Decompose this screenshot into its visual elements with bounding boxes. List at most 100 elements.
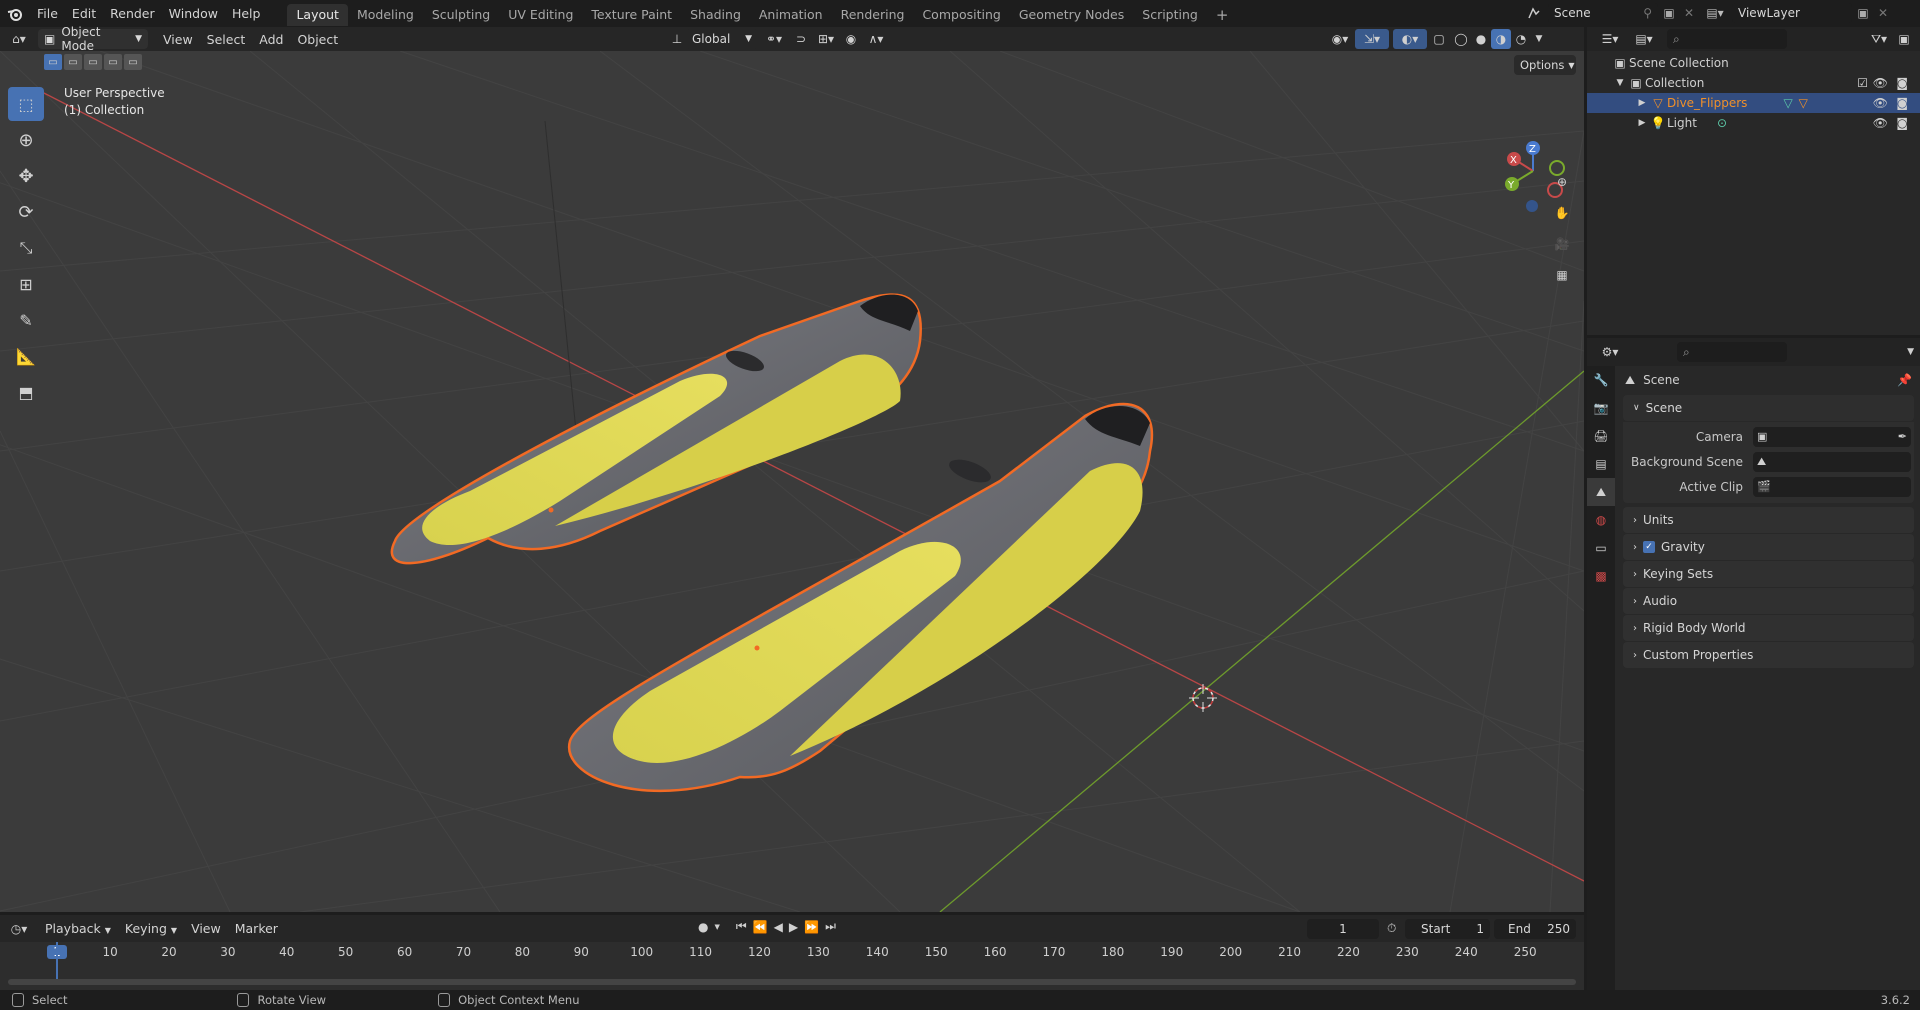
outliner-scene-collection[interactable]: ▣ Scene Collection — [1587, 53, 1920, 73]
outliner-item-light[interactable]: ▶ 💡 Light ⊙ 👁 ◙ — [1587, 113, 1920, 133]
gravity-checkbox[interactable]: ✓ — [1643, 541, 1655, 553]
pin-icon[interactable]: ⚲ — [1643, 6, 1652, 20]
record-icon[interactable]: ● — [698, 920, 708, 934]
chevron-down-icon[interactable]: ▼ — [1907, 347, 1914, 357]
add-cube-tool[interactable]: ⬒ — [8, 375, 44, 409]
tab-shading[interactable]: Shading — [681, 4, 750, 26]
scene-icon[interactable] — [1520, 3, 1548, 23]
select-invert-icon[interactable]: ▭ — [104, 54, 122, 70]
zoom-button[interactable]: ⊕ — [1548, 168, 1576, 196]
menu-keying[interactable]: Keying ▼ — [118, 921, 184, 936]
transform-orientation-selector[interactable]: Global ▼ — [686, 29, 758, 49]
tab-output[interactable]: 🖨 — [1587, 422, 1615, 450]
timeline-area[interactable]: 1102030405060708090100110120130140150160… — [0, 942, 1584, 990]
new-view-layer-icon[interactable]: ▣ — [1852, 6, 1874, 20]
editor-type-icon[interactable]: ⌂▾ — [0, 32, 38, 46]
panel-rigid-body-world[interactable]: › Rigid Body World — [1623, 615, 1914, 641]
menu-playback[interactable]: Playback ▼ — [38, 921, 118, 936]
tab-scripting[interactable]: Scripting — [1133, 4, 1207, 26]
start-frame-field[interactable]: Start 1 — [1405, 919, 1490, 939]
mode-selector[interactable]: ▣ Object Mode ▼ — [38, 25, 148, 53]
proportional-edit-icon[interactable]: ◉ — [840, 32, 862, 46]
current-frame-field[interactable]: 1 — [1307, 919, 1379, 939]
xray-icon[interactable]: ▢ — [1427, 32, 1451, 46]
snap-target-icon[interactable]: ⊞▾ — [812, 32, 840, 46]
jump-end-icon[interactable]: ⏭ — [825, 919, 836, 934]
cursor-tool[interactable]: ⊕ — [8, 123, 44, 157]
stopwatch-icon[interactable]: ⏱ — [1387, 921, 1396, 936]
end-frame-field[interactable]: End 250 — [1494, 919, 1576, 939]
select-subtract-icon[interactable]: ▭ — [84, 54, 102, 70]
active-clip-field[interactable]: 🎬 — [1753, 476, 1911, 497]
view-layer-field[interactable]: ViewLayer — [1732, 3, 1852, 23]
3d-cursor[interactable] — [1189, 684, 1217, 712]
tab-render[interactable]: 📷 — [1587, 394, 1615, 422]
panel-keying-sets[interactable]: › Keying Sets — [1623, 561, 1914, 587]
scale-tool[interactable]: ⤡ — [8, 231, 44, 265]
display-mode-icon[interactable]: ▤▾ — [1627, 32, 1661, 46]
gizmo-icon[interactable]: ⇲▾ — [1355, 29, 1389, 49]
new-collection-icon[interactable]: ▣ — [1894, 32, 1914, 46]
options-button[interactable]: Options ▼ — [1514, 55, 1576, 75]
delete-view-layer-icon[interactable]: ✕ — [1874, 6, 1892, 20]
pivot-point-icon[interactable]: ⚭▾ — [758, 32, 790, 46]
properties-search-input[interactable]: ⌕ — [1677, 342, 1787, 362]
tab-layout[interactable]: Layout — [287, 3, 348, 26]
chevron-down-icon[interactable]: ▼ — [714, 923, 719, 931]
checkbox-icon[interactable]: ☑ — [1857, 76, 1868, 90]
left-flipper[interactable] — [390, 293, 922, 565]
menu-select[interactable]: Select — [200, 32, 253, 47]
menu-marker[interactable]: Marker — [228, 921, 285, 936]
jump-start-icon[interactable]: ⏮ — [736, 919, 747, 934]
measure-tool[interactable]: 📐 — [8, 339, 44, 373]
select-extend-icon[interactable]: ▭ — [64, 54, 82, 70]
eye-icon[interactable]: 👁 — [1873, 76, 1888, 90]
properties-editor-icon[interactable]: ⚙▾ — [1593, 345, 1627, 359]
annotate-tool[interactable]: ✎ — [8, 303, 44, 337]
panel-gravity[interactable]: › ✓ Gravity — [1623, 534, 1914, 560]
outliner-editor-icon[interactable]: ☰▾ — [1593, 32, 1627, 46]
camera-render-icon[interactable]: ◙ — [1896, 76, 1908, 90]
menu-edit[interactable]: Edit — [65, 0, 103, 27]
prev-keyframe-icon[interactable]: ⏪ — [753, 920, 768, 934]
menu-timeline-view[interactable]: View — [184, 921, 228, 936]
camera-render-icon[interactable]: ◙ — [1896, 116, 1908, 130]
tab-world[interactable]: ◍ — [1587, 506, 1615, 534]
snap-icon[interactable]: ⊃ — [790, 32, 812, 46]
transform-tool[interactable]: ⊞ — [8, 267, 44, 301]
next-keyframe-icon[interactable]: ⏩ — [804, 920, 819, 934]
rotate-tool[interactable]: ⟳ — [8, 195, 44, 229]
menu-window[interactable]: Window — [162, 0, 225, 27]
light-data-icon[interactable]: ⊙ — [1717, 116, 1727, 130]
mesh-data-icon[interactable]: ▽ — [1783, 96, 1792, 110]
outliner-search-input[interactable]: ⌕ — [1667, 29, 1787, 49]
play-icon[interactable]: ▶ — [789, 920, 798, 934]
tab-texture[interactable]: ▩ — [1587, 562, 1615, 590]
tab-modeling[interactable]: Modeling — [348, 4, 423, 26]
overlay-icon[interactable]: ◐▾ — [1393, 29, 1427, 49]
menu-render[interactable]: Render — [103, 0, 162, 27]
visibility-icon[interactable]: ◉▾ — [1325, 32, 1355, 46]
filter-icon[interactable]: ⛛▾ — [1864, 32, 1894, 47]
select-intersect-icon[interactable]: ▭ — [124, 54, 142, 70]
panel-units[interactable]: › Units — [1623, 507, 1914, 533]
tab-rendering[interactable]: Rendering — [832, 4, 914, 26]
menu-object[interactable]: Object — [290, 32, 345, 47]
tab-geometry-nodes[interactable]: Geometry Nodes — [1010, 4, 1133, 26]
tab-tool[interactable]: 🔧 — [1587, 366, 1615, 394]
material-icon[interactable]: ▽ — [1799, 96, 1808, 110]
eye-icon[interactable]: 👁 — [1873, 96, 1888, 110]
material-shading-icon[interactable]: ◑ — [1491, 29, 1511, 49]
new-scene-icon[interactable]: ▣ — [1658, 6, 1680, 20]
solid-shading-icon[interactable]: ● — [1471, 32, 1491, 46]
outliner-collection[interactable]: ▼ ▣ Collection ☑ 👁 ◙ — [1587, 73, 1920, 93]
pin-icon[interactable]: 📌 — [1897, 373, 1912, 387]
tab-uv-editing[interactable]: UV Editing — [499, 4, 582, 26]
view-layer-icon[interactable]: ▤▾ — [1698, 6, 1732, 20]
eyedropper-icon[interactable]: ✒ — [1898, 430, 1907, 443]
panel-audio[interactable]: › Audio — [1623, 588, 1914, 614]
camera-field[interactable]: ▣ ✒ — [1753, 426, 1911, 447]
select-box-tool[interactable]: ⬚ — [8, 87, 44, 121]
add-workspace-button[interactable]: + — [1207, 4, 1238, 26]
wireframe-shading-icon[interactable]: ◯ — [1451, 32, 1471, 46]
